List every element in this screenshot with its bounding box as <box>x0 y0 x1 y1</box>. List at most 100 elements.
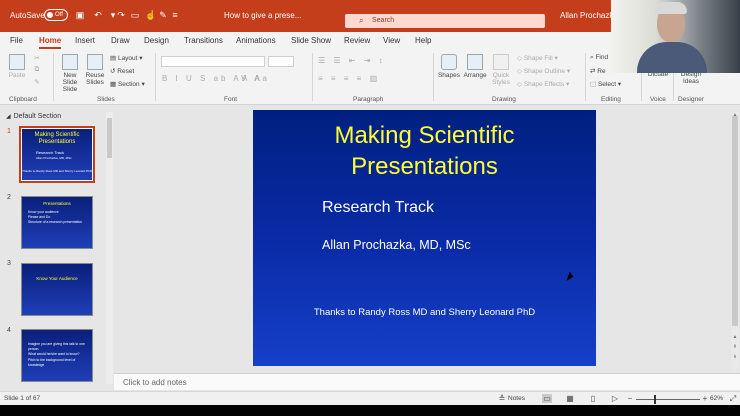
save-icon[interactable]: ▣ <box>75 10 85 20</box>
copy-icon[interactable]: ⧉ <box>32 66 42 74</box>
format-painter-icon[interactable]: ✎ <box>158 10 168 20</box>
new-slide-button[interactable]: New Slide Slide <box>58 54 82 93</box>
slide-subtitle[interactable]: Research Track <box>322 199 434 217</box>
paste-button[interactable]: Paste <box>6 54 28 79</box>
tab-transitions[interactable]: Transitions <box>184 36 223 45</box>
arrange-button[interactable]: Arrange <box>462 54 488 79</box>
search-box[interactable]: ⌕ Search <box>345 14 545 28</box>
slide-thumbnail-4[interactable]: Imagine you are giving this talk to one … <box>21 329 93 382</box>
slide-title[interactable]: Making Scientific Presentations <box>253 120 596 182</box>
designer-group-label: Designer <box>678 96 705 103</box>
notes-icon[interactable]: ≙ <box>497 394 507 403</box>
design-ideas-label-2: Ideas <box>683 78 699 85</box>
shape-outline-button[interactable]: ◇ Shape Outline ▾ <box>517 67 570 75</box>
cut-icon[interactable]: ✂ <box>32 54 42 62</box>
document-title[interactable]: How to give a prese... <box>224 11 301 20</box>
fit-to-window-icon[interactable]: ⤢ <box>728 394 738 403</box>
tab-help[interactable]: Help <box>415 36 431 45</box>
thumbnail-subtitle: Research Track <box>36 150 65 155</box>
slide-sorter-icon[interactable]: ▦ <box>565 394 575 403</box>
new-slide-label: New Slide <box>62 72 78 86</box>
shapes-icon <box>441 54 457 70</box>
editing-group-label: Editing <box>601 96 621 103</box>
slide-thumbnail-1[interactable]: Making Scientific Presentations Research… <box>19 126 95 183</box>
select-button[interactable]: ⬚ Select ▾ <box>590 80 621 88</box>
slide-thumbnail-3[interactable]: Know Your Audience <box>21 263 93 316</box>
list-buttons[interactable]: ☰ ☰ ⇤ ⇥ ↕ <box>318 56 386 65</box>
autosave-state: Off <box>55 12 63 18</box>
zoom-out-icon[interactable]: − <box>625 394 635 403</box>
select-label: Select <box>597 81 617 88</box>
thumbnail-scrollbar[interactable] <box>106 112 113 384</box>
toggle-knob <box>47 12 53 18</box>
notes-pane[interactable]: Click to add notes <box>114 373 740 390</box>
powerpoint-window: AutoSave Off ▣ ↶ ▾ ↷ ▭ ☝ ✎ ≡ How to give… <box>0 0 740 416</box>
paste-icon <box>9 54 25 70</box>
font-size-dropdown[interactable] <box>268 56 294 67</box>
reading-view-icon[interactable]: ▯ <box>588 394 598 403</box>
zoom-slider-knob[interactable] <box>654 395 656 404</box>
replace-button[interactable]: ⇄ Re <box>590 67 606 75</box>
next-slide-icon[interactable]: ⇟ <box>731 354 739 360</box>
tab-animations[interactable]: Animations <box>236 36 276 45</box>
section-button[interactable]: ▦ Section ▾ <box>110 80 145 88</box>
collapse-triangle-icon[interactable]: ◢ <box>6 114 11 120</box>
find-button[interactable]: ⌕ Find <box>590 54 608 62</box>
touch-mode-icon[interactable]: ☝ <box>145 10 156 20</box>
shape-effects-label: Shape Effects <box>523 81 565 88</box>
alignment-buttons[interactable]: ≡ ≡ ≡ ≡ ▥ <box>318 74 380 83</box>
shape-fill-button[interactable]: ◇ Shape Fill ▾ <box>517 54 558 62</box>
user-name[interactable]: Allan Prochazka <box>560 11 618 20</box>
autosave-toggle[interactable]: Off <box>44 9 68 21</box>
shapes-button[interactable]: Shapes <box>437 54 461 79</box>
tab-review[interactable]: Review <box>344 36 370 45</box>
thumbnail-title: Presentations <box>43 201 71 206</box>
font-color-buttons[interactable]: A A <box>242 74 263 83</box>
slide-author[interactable]: Allan Prochazka, MD, MSc <box>322 238 471 252</box>
tab-draw[interactable]: Draw <box>111 36 130 45</box>
scrollbar-thumb[interactable] <box>732 116 738 326</box>
present-icon[interactable]: ▭ <box>130 10 140 20</box>
quick-styles-label-2: Styles <box>492 79 510 86</box>
redo-icon[interactable]: ↷ <box>116 10 126 20</box>
slide-scrollbar[interactable]: ▲ ▲ ⇞ ⇟ <box>731 112 739 370</box>
slideshow-icon[interactable]: ▷ <box>610 394 620 403</box>
zoom-slider[interactable] <box>636 395 700 404</box>
new-slide-icon <box>62 54 78 70</box>
format-painter-ribbon-icon[interactable]: ✎ <box>32 78 42 86</box>
section-header[interactable]: ◢ Default Section <box>6 113 61 120</box>
tab-insert[interactable]: Insert <box>75 36 95 45</box>
slides-group-label: Slides <box>97 96 115 103</box>
tab-view[interactable]: View <box>383 36 400 45</box>
scroll-up-icon[interactable]: ▲ <box>731 334 739 340</box>
quick-styles-button[interactable]: Quick Styles <box>490 54 512 86</box>
scrollbar-thumb[interactable] <box>107 118 112 158</box>
reset-button[interactable]: ↺ Reset <box>110 67 134 75</box>
thumbnail-bullet: Structure of a research presentation <box>28 220 83 224</box>
tab-slide-show[interactable]: Slide Show <box>291 36 331 45</box>
previous-slide-icon[interactable]: ⇞ <box>731 344 739 350</box>
paste-label: Paste <box>8 72 26 79</box>
slide-thumbnail-2[interactable]: Presentations Know your audience Please … <box>21 196 93 249</box>
voice-group-label: Voice <box>650 96 666 103</box>
shape-outline-label: Shape Outline <box>523 68 566 75</box>
tab-home[interactable]: Home <box>39 36 62 49</box>
zoom-in-icon[interactable]: + <box>700 394 710 403</box>
design-ideas-button[interactable]: Design Ideas <box>677 71 705 85</box>
layout-button[interactable]: ▤ Layout ▾ <box>110 54 143 62</box>
font-name-dropdown[interactable] <box>161 56 265 67</box>
notes-button[interactable]: Notes <box>508 395 525 402</box>
tab-design[interactable]: Design <box>144 36 169 45</box>
reuse-slides-button[interactable]: Reuse Slides <box>84 54 106 86</box>
slide-thanks[interactable]: Thanks to Randy Ross MD and Sherry Leona… <box>253 307 596 318</box>
customize-qat-icon[interactable]: ≡ <box>170 10 180 20</box>
separator <box>433 53 434 101</box>
zoom-level[interactable]: 62% <box>710 395 723 402</box>
undo-icon[interactable]: ↶ <box>93 10 103 20</box>
slide-canvas[interactable]: Making Scientific Presentations Research… <box>253 110 596 366</box>
thumbnail-bullet: What would he/she want to know? <box>28 352 80 356</box>
thumbnail-number: 1 <box>7 128 11 135</box>
normal-view-icon[interactable]: ▭ <box>542 394 552 403</box>
shape-effects-button[interactable]: ◇ Shape Effects ▾ <box>517 80 569 88</box>
tab-file[interactable]: File <box>10 36 23 45</box>
